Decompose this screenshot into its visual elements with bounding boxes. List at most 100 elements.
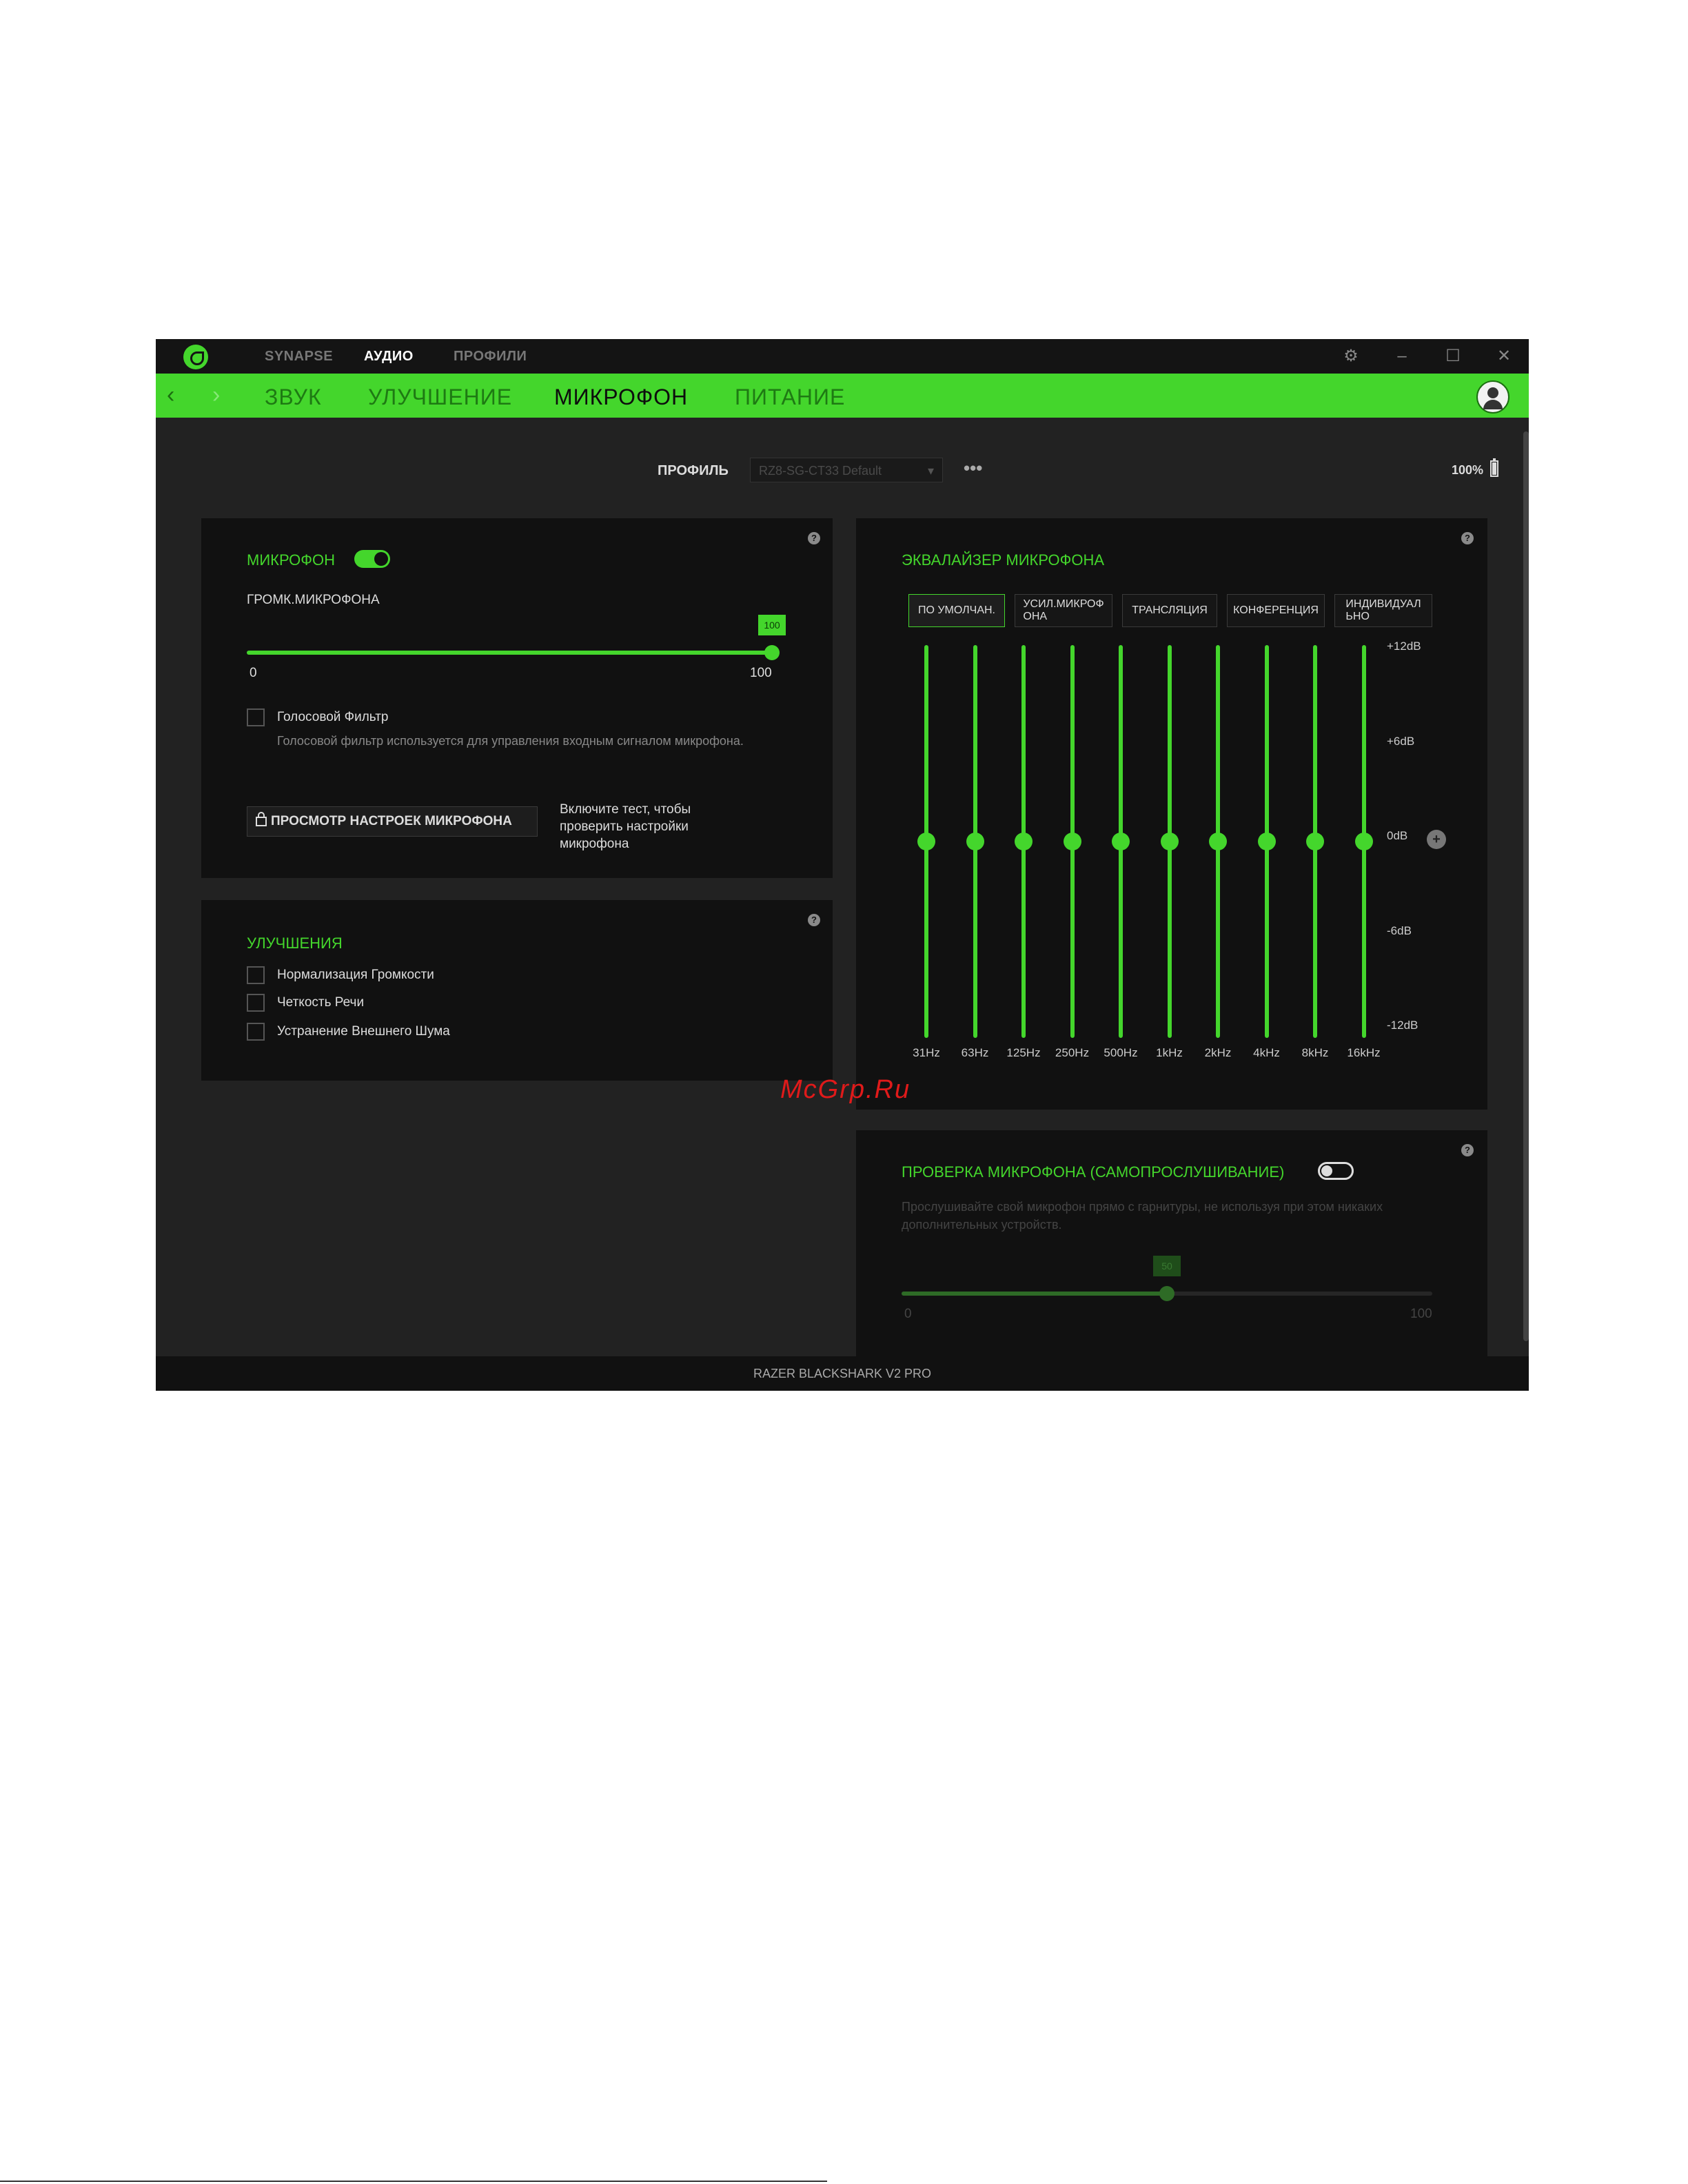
eq-sliders: 31Hz 63Hz 125Hz 250Hz 500Hz 1kHz 2kHz 4kHz 8kHz 1…	[856, 640, 1487, 1072]
eq-db-label: 0dB	[1387, 829, 1408, 842]
eq-band-label: 16kHz	[1347, 1046, 1381, 1059]
eq-reset-icon[interactable]: +	[1427, 830, 1446, 849]
eq-band-slider[interactable]	[1063, 645, 1081, 1038]
help-icon[interactable]: ?	[1461, 532, 1474, 544]
app-window: SYNAPSE АУДИО ПРОФИЛИ ⚙ – ☐ ✕ ‹ › ЗВУК У…	[156, 339, 1529, 1391]
device-footer: RAZER BLACKSHARK V2 PRO	[156, 1356, 1529, 1391]
enhancements-panel: ? УЛУЧШЕНИЯ Нормализация Громкости Четко…	[201, 900, 833, 1081]
eq-band-label: 8kHz	[1301, 1046, 1329, 1059]
back-arrow-icon[interactable]: ‹	[167, 382, 174, 409]
microphone-panel: ? МИКРОФОН ГРОМК.МИКРОФОНА 100 0 100 Гол…	[201, 518, 833, 878]
help-icon[interactable]: ?	[808, 532, 820, 544]
eq-db-label: +12dB	[1387, 640, 1421, 653]
sidetone-description: Прослушивайте свой микрофон прямо с гарн…	[902, 1200, 1383, 1232]
eq-band-knob[interactable]	[1306, 833, 1324, 850]
noise-removal-label: Устранение Внешнего Шума	[277, 1024, 450, 1039]
sidetone-toggle[interactable]	[1318, 1162, 1354, 1180]
speech-clarity-label: Четкость Речи	[277, 995, 365, 1010]
razer-logo-icon	[183, 345, 208, 369]
eq-band-slider[interactable]	[966, 645, 984, 1038]
view-mic-settings-button[interactable]: ПРОСМОТР НАСТРОЕК МИКРОФОНА	[247, 806, 538, 837]
sidetone-slider[interactable]: 50	[902, 1256, 1432, 1301]
help-icon[interactable]: ?	[1461, 1144, 1474, 1156]
normalize-volume-checkbox[interactable]	[247, 966, 265, 984]
speech-clarity-checkbox[interactable]	[247, 994, 265, 1012]
eq-band-slider[interactable]	[1160, 645, 1179, 1038]
profile-select-value: RZ8-SG-CT33 Default	[759, 464, 882, 478]
mic-test-hint: Включите тест, чтобы проверить настройки…	[560, 802, 691, 851]
enhancements-title: УЛУЧШЕНИЯ	[247, 935, 343, 952]
scrollbar[interactable]	[1523, 431, 1529, 1341]
battery-icon	[1490, 458, 1498, 477]
nav-synapse[interactable]: SYNAPSE	[265, 349, 333, 365]
eq-band-knob[interactable]	[966, 833, 984, 850]
eq-band-label: 500Hz	[1104, 1046, 1138, 1059]
mic-volume-fill	[247, 651, 772, 655]
equalizer-title: ЭКВАЛАЙЗЕР МИКРОФОНА	[902, 551, 1105, 569]
minimize-icon[interactable]: –	[1388, 345, 1416, 368]
tab-enhancement[interactable]: УЛУЧШЕНИЕ	[368, 385, 512, 410]
eq-band-slider[interactable]	[1015, 645, 1033, 1038]
help-icon[interactable]: ?	[808, 914, 820, 926]
tab-microphone[interactable]: МИКРОФОН	[554, 385, 688, 410]
sub-nav: ‹ › ЗВУК УЛУЧШЕНИЕ МИКРОФОН ПИТАНИЕ	[156, 374, 1529, 418]
eq-band-knob[interactable]	[1160, 833, 1179, 850]
nav-audio[interactable]: АУДИО	[364, 349, 414, 365]
battery-level: 100%	[1452, 463, 1484, 477]
voice-filter-description: Голосовой фильтр используется для управл…	[277, 734, 744, 748]
sidetone-min: 0	[904, 1307, 912, 1321]
watermark: McGrp.Ru	[780, 1075, 911, 1104]
eq-preset-bar: ПО УМОЛЧАН. УСИЛ.МИКРОФ ОНА ТРАНСЛЯЦИЯ КОНФ…	[908, 594, 1446, 627]
eq-band-knob[interactable]	[1063, 833, 1081, 850]
eq-preset-4[interactable]: ИНДИВИДУАЛ ЬНО	[1334, 594, 1432, 627]
eq-band-label: 4kHz	[1253, 1046, 1280, 1059]
eq-band-label: 63Hz	[961, 1046, 989, 1059]
eq-band-slider[interactable]	[1354, 645, 1373, 1038]
forward-arrow-icon[interactable]: ›	[212, 382, 220, 409]
eq-band-label: 125Hz	[1006, 1046, 1041, 1059]
profile-label: ПРОФИЛЬ	[658, 463, 729, 478]
eq-band-slider[interactable]	[1257, 645, 1276, 1038]
nav-profiles[interactable]: ПРОФИЛИ	[454, 349, 527, 365]
eq-db-label: -12dB	[1387, 1019, 1418, 1032]
mic-volume-slider[interactable]: 100	[247, 615, 786, 660]
tab-power[interactable]: ПИТАНИЕ	[735, 385, 845, 410]
eq-preset-3[interactable]: КОНФЕРЕНЦИЯ	[1227, 594, 1325, 627]
eq-band-knob[interactable]	[917, 833, 935, 850]
eq-band-label: 250Hz	[1055, 1046, 1090, 1059]
eq-band-label: 1kHz	[1156, 1046, 1183, 1059]
close-icon[interactable]: ✕	[1490, 345, 1518, 368]
eq-band-slider[interactable]	[917, 645, 935, 1038]
eq-band-knob[interactable]	[1112, 833, 1130, 850]
gear-icon[interactable]: ⚙	[1337, 345, 1365, 368]
sidetone-title: ПРОВЕРКА МИКРОФОНА (САМОПРОСЛУШИВАНИЕ)	[902, 1163, 1285, 1181]
eq-band-slider[interactable]	[1209, 645, 1227, 1038]
eq-band-knob[interactable]	[1209, 833, 1227, 850]
profile-select[interactable]: RZ8-SG-CT33 Default ▾	[750, 458, 943, 482]
mic-volume-knob[interactable]	[764, 645, 780, 660]
eq-db-label: -6dB	[1387, 923, 1412, 937]
tab-sound[interactable]: ЗВУК	[265, 385, 322, 410]
eq-db-label: +6dB	[1387, 734, 1415, 748]
eq-band-knob[interactable]	[1015, 833, 1033, 850]
lock-icon	[256, 812, 267, 826]
avatar[interactable]	[1476, 380, 1509, 414]
title-bar: SYNAPSE АУДИО ПРОФИЛИ ⚙ – ☐ ✕	[156, 339, 1529, 374]
normalize-volume-label: Нормализация Громкости	[277, 968, 434, 982]
profile-more-button[interactable]: •••	[964, 458, 982, 479]
sidetone-fill	[902, 1292, 1167, 1296]
chevron-down-icon: ▾	[927, 464, 934, 478]
eq-preset-0[interactable]: ПО УМОЛЧАН.	[908, 594, 1005, 627]
eq-preset-2[interactable]: ТРАНСЛЯЦИЯ	[1122, 594, 1217, 627]
sidetone-knob[interactable]	[1159, 1286, 1175, 1301]
voice-filter-checkbox[interactable]	[247, 708, 265, 726]
noise-removal-checkbox[interactable]	[247, 1023, 265, 1041]
eq-band-slider[interactable]	[1112, 645, 1130, 1038]
eq-band-knob[interactable]	[1354, 833, 1373, 850]
maximize-icon[interactable]: ☐	[1439, 345, 1467, 368]
microphone-title: МИКРОФОН	[247, 551, 335, 569]
eq-preset-1[interactable]: УСИЛ.МИКРОФ ОНА	[1015, 594, 1112, 627]
eq-band-slider[interactable]	[1306, 645, 1324, 1038]
microphone-toggle[interactable]	[354, 550, 390, 568]
eq-band-knob[interactable]	[1257, 833, 1276, 850]
